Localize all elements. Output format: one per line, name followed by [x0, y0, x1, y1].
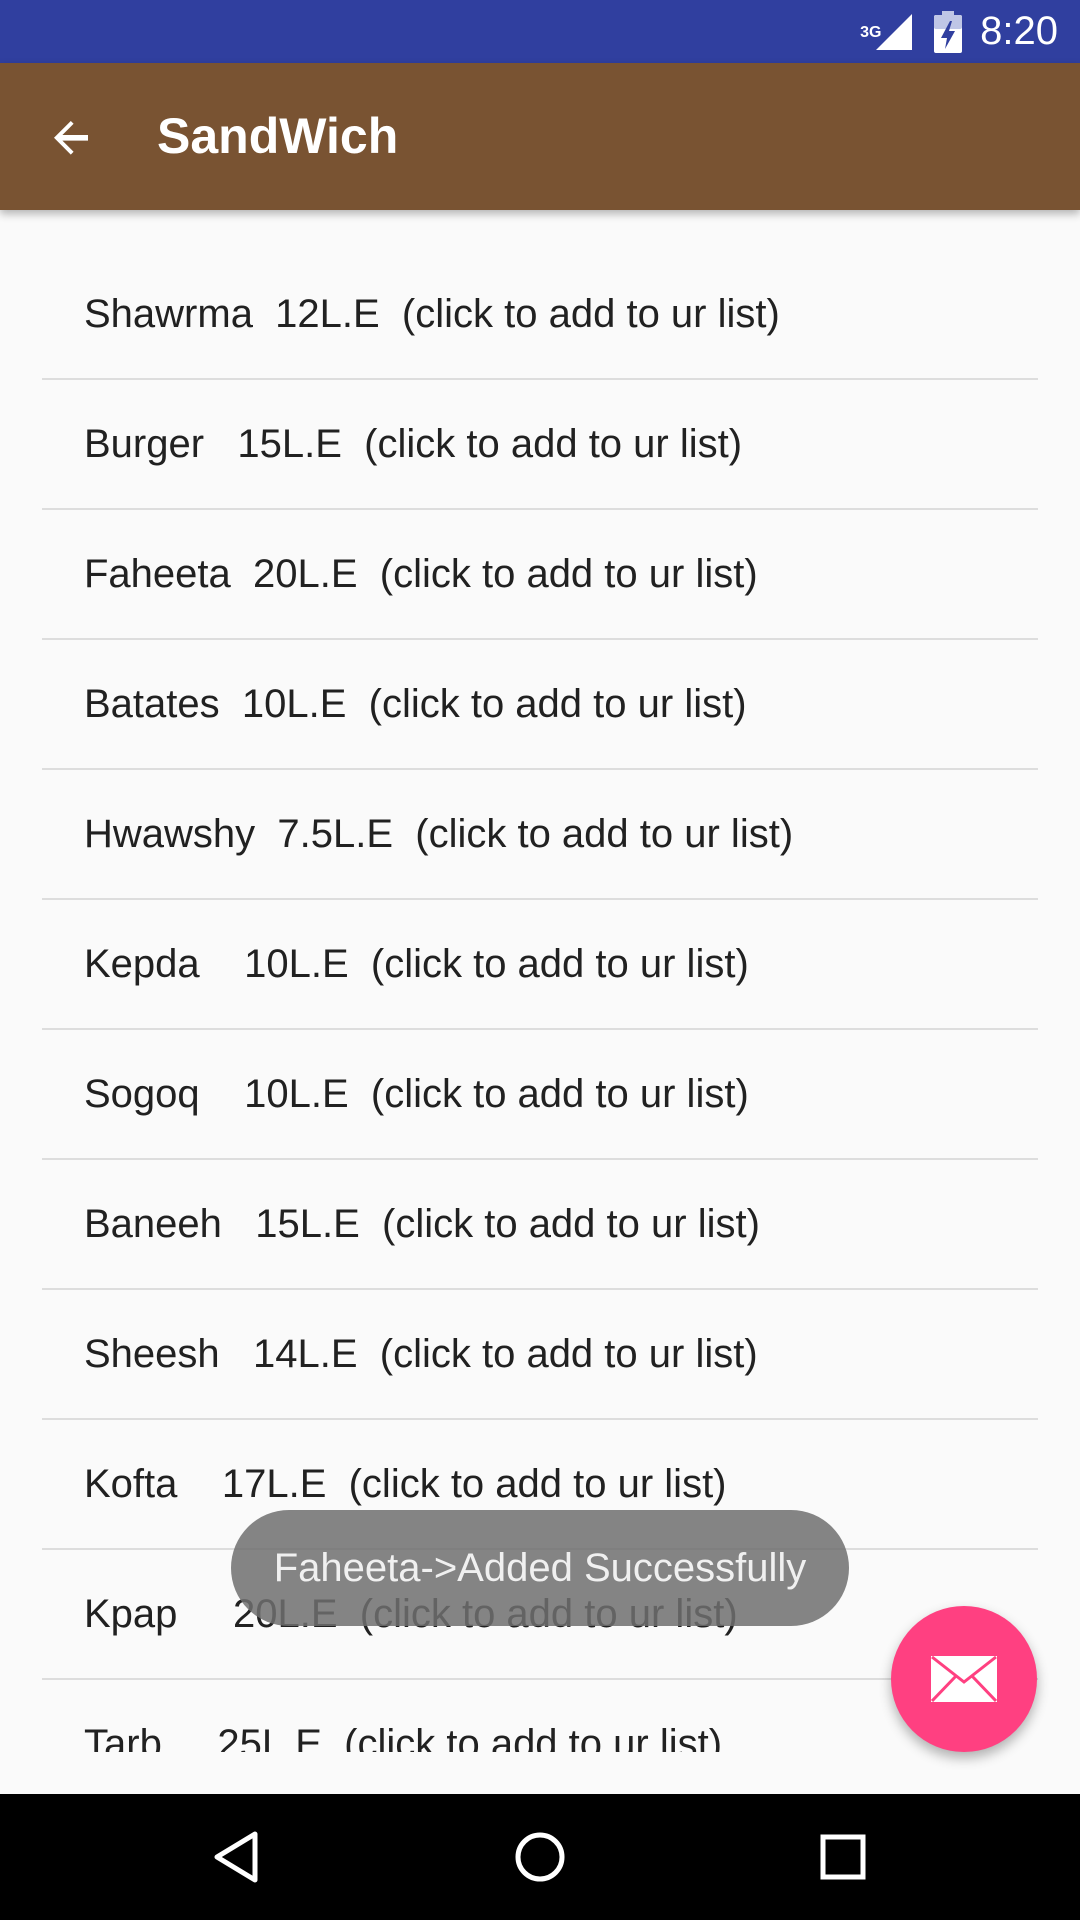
battery-icon: [934, 10, 963, 53]
list-item[interactable]: Burger 15L.E (click to add to ur list): [42, 380, 1038, 510]
app-bar: SandWich: [0, 63, 1080, 210]
page-title: SandWich: [157, 108, 399, 164]
mail-fab-button[interactable]: [891, 1606, 1037, 1752]
toast-text: Faheeta->Added Successfully: [273, 1545, 807, 1590]
list-item-label: Hwawshy 7.5L.E (click to add to ur list): [84, 812, 794, 856]
list-item-label: Batates 10L.E (click to add to ur list): [84, 682, 747, 726]
list-item[interactable]: Tarb 25L.E (click to add to ur list): [42, 1680, 1038, 1752]
status-clock: 8:20: [980, 9, 1058, 53]
list-item[interactable]: Sheesh 14L.E (click to add to ur list): [42, 1290, 1038, 1420]
list-item-label: Kepda 10L.E (click to add to ur list): [84, 942, 749, 986]
list-item[interactable]: Kepda 10L.E (click to add to ur list): [42, 900, 1038, 1030]
signal-indicator: 3G: [860, 12, 914, 52]
list-item[interactable]: Shawrma 12L.E (click to add to ur list): [42, 250, 1038, 380]
list-item[interactable]: Faheeta 20L.E (click to add to ur list): [42, 510, 1038, 640]
nav-home-button[interactable]: [470, 1794, 610, 1920]
list-item[interactable]: Batates 10L.E (click to add to ur list): [42, 640, 1038, 770]
nav-back-button[interactable]: [166, 1794, 306, 1920]
list-item[interactable]: Hwawshy 7.5L.E (click to add to ur list): [42, 770, 1038, 900]
list-item-label: Faheeta 20L.E (click to add to ur list): [84, 552, 758, 596]
list-item-label: Tarb 25L.E (click to add to ur list): [84, 1722, 723, 1752]
list-item[interactable]: Sogoq 10L.E (click to add to ur list): [42, 1030, 1038, 1160]
nav-back-icon: [214, 1831, 258, 1883]
list-item-label: Shawrma 12L.E (click to add to ur list): [84, 292, 780, 336]
nav-recents-button[interactable]: [773, 1794, 913, 1920]
list-item[interactable]: Baneeh 15L.E (click to add to ur list): [42, 1160, 1038, 1290]
toast-message: Faheeta->Added Successfully: [231, 1510, 849, 1626]
status-bar: 3G 8:20: [0, 0, 1080, 63]
status-indicators: 3G 8:20: [860, 0, 1058, 63]
arrow-back-icon: [54, 121, 88, 155]
nav-home-icon: [515, 1832, 565, 1882]
mail-icon: [931, 1656, 997, 1702]
list-item-label: Sogoq 10L.E (click to add to ur list): [84, 1072, 749, 1116]
nav-recents-icon: [820, 1834, 866, 1880]
navigation-bar: [0, 1794, 1080, 1920]
back-button[interactable]: [38, 103, 106, 171]
signal-icon: [876, 13, 913, 50]
list-item-label: Sheesh 14L.E (click to add to ur list): [84, 1332, 758, 1376]
list-item-label: Burger 15L.E (click to add to ur list): [84, 422, 743, 466]
list-item-label: Baneeh 15L.E (click to add to ur list): [84, 1202, 760, 1246]
screen: 3G 8:20 SandWich Shawrma 12L.E (click to…: [0, 0, 1080, 1920]
